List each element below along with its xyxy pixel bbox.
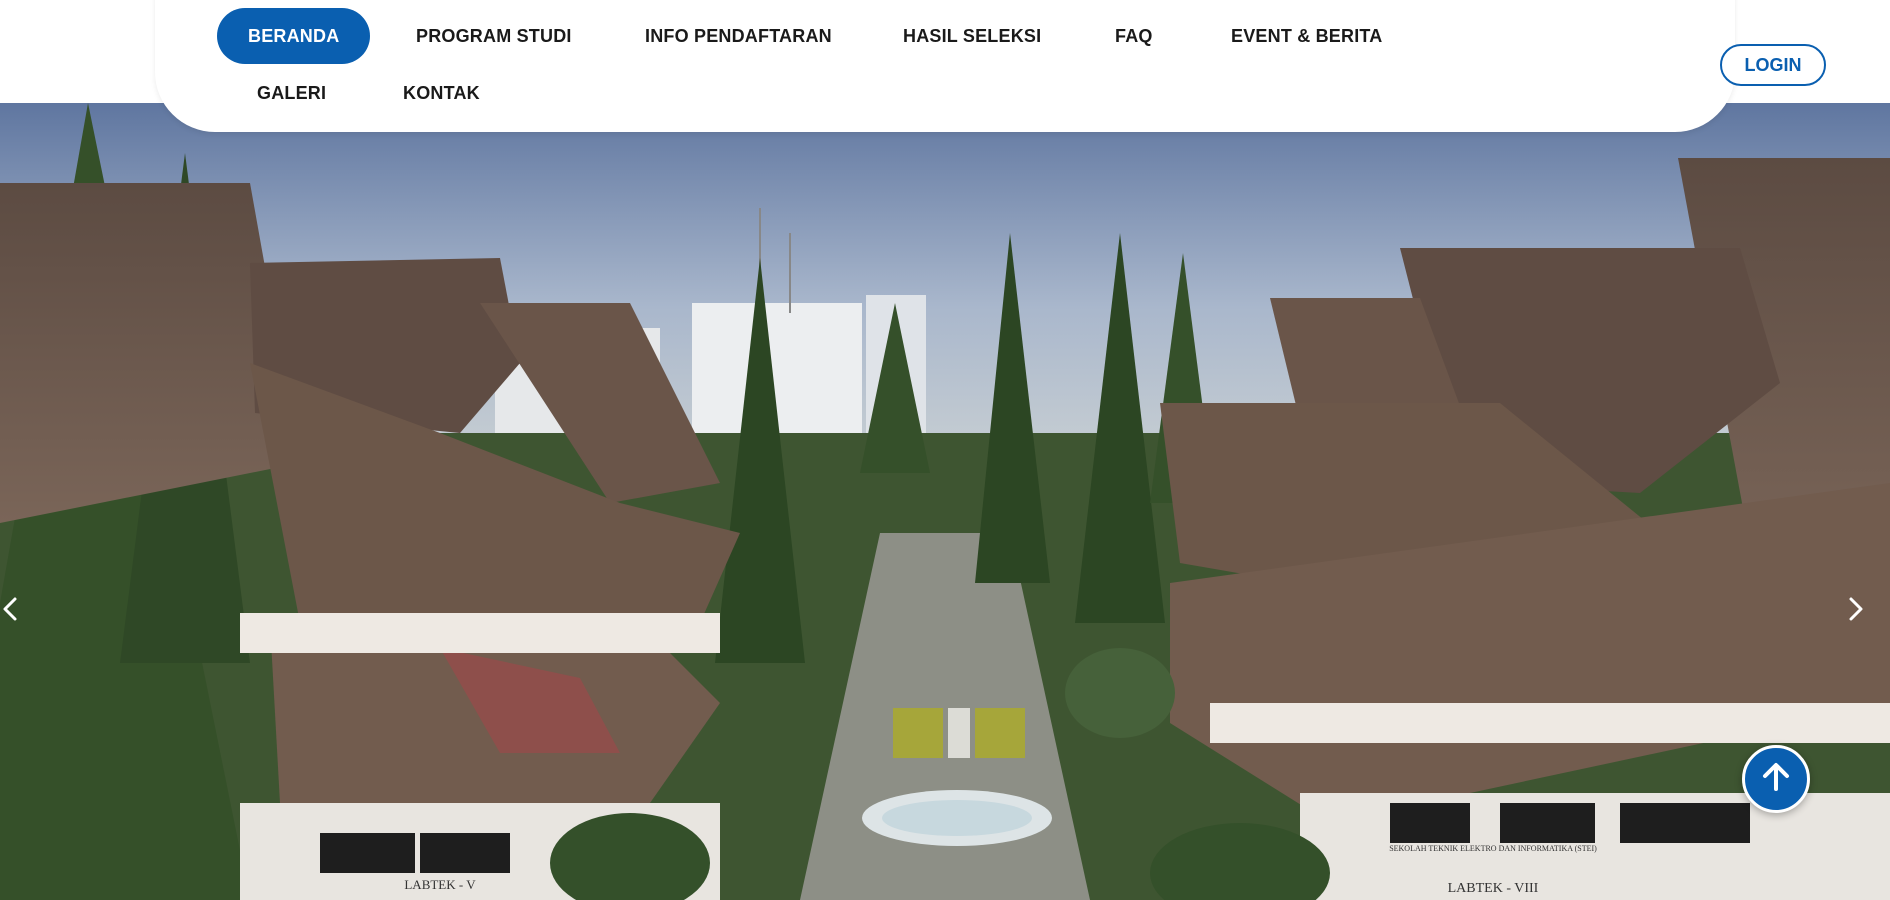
campus-photo: LABTEK - V LABTEK - VIII SEKOLAH TEKNIK … [0, 103, 1890, 900]
nav-item-beranda[interactable]: BERANDA [217, 8, 371, 64]
nav-item-info-pendaftaran[interactable]: INFO PENDAFTARAN [645, 8, 832, 64]
hero-carousel: LABTEK - V LABTEK - VIII SEKOLAH TEKNIK … [0, 103, 1890, 900]
main-navbar: BERANDA PROGRAM STUDI INFO PENDAFTARAN H… [155, 0, 1826, 132]
nav-item-faq[interactable]: FAQ [1115, 8, 1153, 64]
nav-item-galeri[interactable]: GALERI [257, 65, 326, 121]
nav-item-event-berita[interactable]: EVENT & BERITA [1231, 8, 1382, 64]
nav-item-kontak[interactable]: KONTAK [403, 65, 480, 121]
carousel-next-button[interactable] [1846, 595, 1890, 655]
back-to-top-button[interactable] [1742, 745, 1810, 813]
building-sign-right: LABTEK - VIII [1448, 881, 1539, 896]
carousel-prev-button[interactable] [0, 595, 44, 655]
login-button[interactable]: LOGIN [1720, 44, 1826, 86]
building-sign-left: LABTEK - V [404, 877, 476, 892]
nav-item-hasil-seleksi[interactable]: HASIL SELEKSI [903, 8, 1041, 64]
nav-item-program-studi[interactable]: PROGRAM STUDI [416, 8, 572, 64]
building-plaque-right: SEKOLAH TEKNIK ELEKTRO DAN INFORMATIKA (… [1389, 844, 1597, 853]
arrow-up-icon [1759, 760, 1793, 799]
